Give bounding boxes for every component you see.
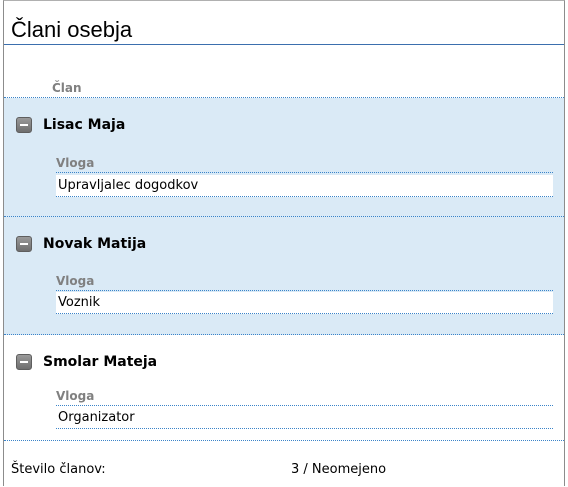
member-count-footer: Število članov: 3 / Neomejeno [4, 457, 564, 487]
member-row: Novak Matija Vloga Voznik [4, 217, 564, 335]
column-header-member: Član [4, 45, 564, 98]
role-value: Upravljalec dogodkov [56, 175, 553, 197]
role-value: Organizator [56, 407, 553, 429]
member-count-label: Število članov: [11, 462, 106, 477]
member-name: Smolar Mateja [43, 354, 158, 370]
collapse-icon[interactable] [16, 354, 32, 370]
member-name: Lisac Maja [43, 117, 126, 133]
member-name: Novak Matija [43, 236, 147, 252]
member-header[interactable]: Smolar Mateja [16, 354, 157, 370]
collapse-icon[interactable] [16, 236, 32, 252]
staff-members-panel: Člani osebja Član Lisac Maja Vloga Uprav… [3, 0, 565, 486]
member-header[interactable]: Lisac Maja [16, 117, 125, 133]
collapse-icon[interactable] [16, 117, 32, 133]
role-label: Vloga [56, 389, 553, 406]
member-count-value: 3 / Neomejeno [291, 462, 387, 477]
panel-title: Člani osebja [4, 1, 564, 45]
member-row: Smolar Mateja Vloga Organizator [4, 335, 564, 441]
member-header[interactable]: Novak Matija [16, 236, 146, 252]
member-row: Lisac Maja Vloga Upravljalec dogodkov [4, 98, 564, 217]
role-label: Vloga [56, 156, 553, 173]
role-value: Voznik [56, 292, 553, 314]
role-label: Vloga [56, 274, 553, 291]
